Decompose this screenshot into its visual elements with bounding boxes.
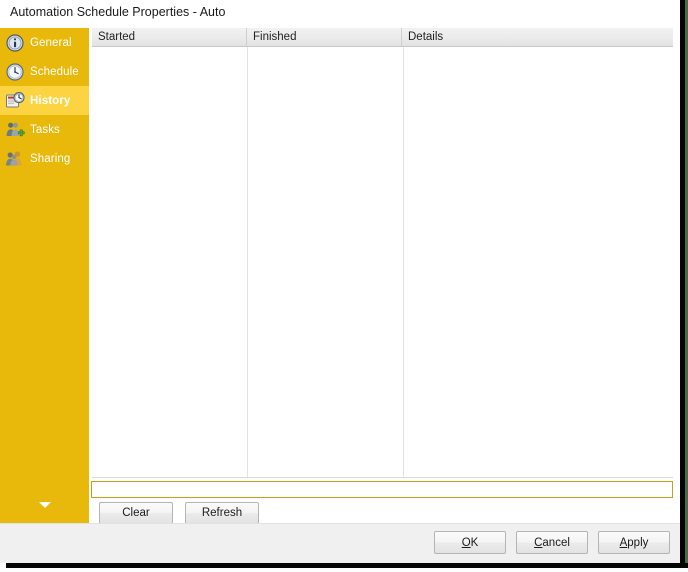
window-shadow-bottom xyxy=(6,563,688,568)
window-title: Automation Schedule Properties - Auto xyxy=(10,5,226,19)
column-header-finished[interactable]: Finished xyxy=(247,28,402,46)
title-bar: Automation Schedule Properties - Auto xyxy=(0,0,680,28)
sidebar-item-label: Sharing xyxy=(30,152,71,165)
sidebar-item-schedule[interactable]: Schedule xyxy=(0,57,89,86)
apply-button[interactable]: Apply xyxy=(598,531,670,554)
column-header-started[interactable]: Started xyxy=(92,28,247,46)
column-header-details[interactable]: Details xyxy=(402,28,673,46)
ok-rest: K xyxy=(470,536,479,549)
sidebar-item-general[interactable]: General xyxy=(0,28,89,57)
chevron-down-icon xyxy=(38,502,51,508)
cancel-accel: C xyxy=(534,536,543,549)
history-panel: Started Finished Details Clear Refresh xyxy=(89,28,680,524)
ok-accel: O xyxy=(461,536,471,549)
clear-button[interactable]: Clear xyxy=(99,502,173,524)
clock-icon xyxy=(5,62,25,82)
table-bottom-border xyxy=(92,477,673,478)
column-divider xyxy=(247,47,248,478)
history-actions: Clear Refresh xyxy=(99,502,259,524)
sidebar-navigation: General Schedule History Tasks Sharing xyxy=(0,28,89,523)
refresh-button[interactable]: Refresh xyxy=(185,502,259,524)
apply-accel: A xyxy=(619,536,628,549)
sidebar-item-label: Tasks xyxy=(30,123,60,136)
ok-button[interactable]: OK xyxy=(434,531,506,554)
sidebar-item-sharing[interactable]: Sharing xyxy=(0,144,89,173)
info-icon xyxy=(5,33,25,53)
properties-dialog: Automation Schedule Properties - Auto Ge… xyxy=(0,0,680,563)
horizontal-scrollbar[interactable] xyxy=(91,481,673,498)
sidebar-item-history[interactable]: History xyxy=(0,86,89,115)
dialog-footer: OK Cancel Apply xyxy=(0,523,680,563)
cancel-rest: ancel xyxy=(542,536,570,549)
sharing-icon xyxy=(5,149,25,169)
dialog-footer-buttons: OK Cancel Apply xyxy=(434,531,670,554)
history-table-body[interactable] xyxy=(92,47,673,478)
sidebar-item-label: General xyxy=(30,36,72,49)
tasks-icon xyxy=(5,120,25,140)
history-icon xyxy=(5,91,25,111)
history-table-header: Started Finished Details xyxy=(92,28,673,47)
sidebar-expander-button[interactable] xyxy=(0,495,89,515)
cancel-button[interactable]: Cancel xyxy=(516,531,588,554)
sidebar-item-label: History xyxy=(30,94,71,107)
sidebar-item-tasks[interactable]: Tasks xyxy=(0,115,89,144)
sidebar-item-label: Schedule xyxy=(30,65,79,78)
column-divider xyxy=(403,47,404,478)
apply-rest: pply xyxy=(627,536,649,549)
